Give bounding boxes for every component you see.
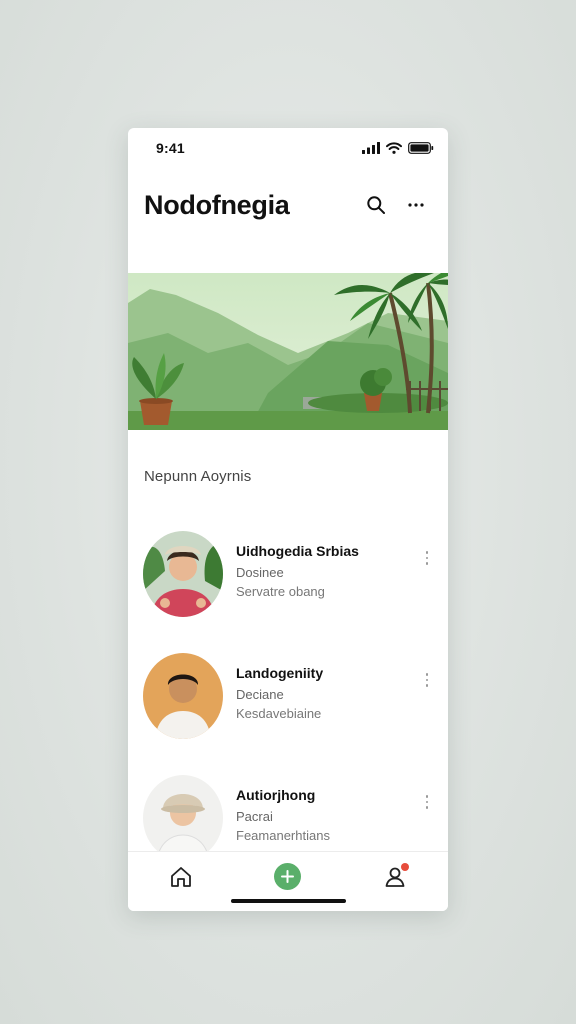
more-horizontal-icon	[408, 203, 424, 207]
contact-meta: Servatre obang	[236, 584, 325, 599]
hero-image	[128, 273, 448, 430]
app-header: Nodofnegia	[128, 180, 448, 230]
status-icons	[362, 142, 434, 154]
more-vertical-icon[interactable]	[420, 670, 434, 690]
landscape-illustration	[128, 273, 448, 430]
contact-name: Uidhogedia Srbias	[236, 543, 359, 559]
item-text: Autiorjhong Pacrai Feamanerhtians	[236, 775, 330, 843]
avatar-photo	[143, 653, 223, 739]
item-text: Landogeniity Deciane Kesdavebiaine	[236, 653, 323, 721]
avatar	[143, 531, 223, 617]
home-indicator	[231, 899, 346, 903]
notification-badge	[400, 862, 409, 871]
tab-home[interactable]	[161, 857, 201, 897]
section-title: Nepunn Aoyrnis	[144, 468, 252, 485]
item-text: Uidhogedia Srbias Dosinee Servatre obang	[236, 531, 359, 599]
contact-name: Landogeniity	[236, 665, 324, 681]
phone-screen: 9:41 Nodofnegia Nepunn Aoyrnis Uidhogedi…	[128, 128, 448, 911]
avatar-photo	[143, 775, 223, 861]
contact-list: Uidhogedia Srbias Dosinee Servatre obang…	[128, 526, 448, 892]
more-button[interactable]	[400, 189, 432, 221]
add-icon	[281, 870, 295, 883]
avatar	[143, 653, 223, 739]
home-icon	[171, 866, 192, 887]
more-vertical-icon[interactable]	[420, 548, 434, 568]
status-time: 9:41	[156, 140, 185, 156]
contact-name: Autiorjhong	[236, 787, 316, 803]
contact-subtitle: Deciane	[236, 687, 284, 702]
search-icon	[367, 196, 385, 214]
list-item[interactable]: Uidhogedia Srbias Dosinee Servatre obang	[128, 526, 448, 648]
contact-subtitle: Dosinee	[236, 565, 284, 580]
search-button[interactable]	[360, 189, 392, 221]
wifi-icon	[386, 142, 402, 154]
tab-profile[interactable]	[375, 857, 415, 897]
avatar	[143, 775, 223, 861]
contact-meta: Feamanerhtians	[236, 828, 330, 843]
contact-meta: Kesdavebiaine	[236, 706, 322, 721]
battery-icon	[408, 142, 434, 154]
contact-subtitle: Pacrai	[236, 809, 273, 824]
tab-add[interactable]	[268, 857, 308, 897]
avatar-photo	[143, 531, 223, 617]
status-bar: 9:41	[128, 128, 448, 168]
add-button[interactable]	[274, 863, 302, 890]
more-vertical-icon[interactable]	[420, 792, 434, 812]
cellular-signal-icon	[362, 142, 380, 154]
list-item[interactable]: Landogeniity Deciane Kesdavebiaine	[128, 648, 448, 770]
page-title: Nodofnegia	[144, 189, 290, 220]
